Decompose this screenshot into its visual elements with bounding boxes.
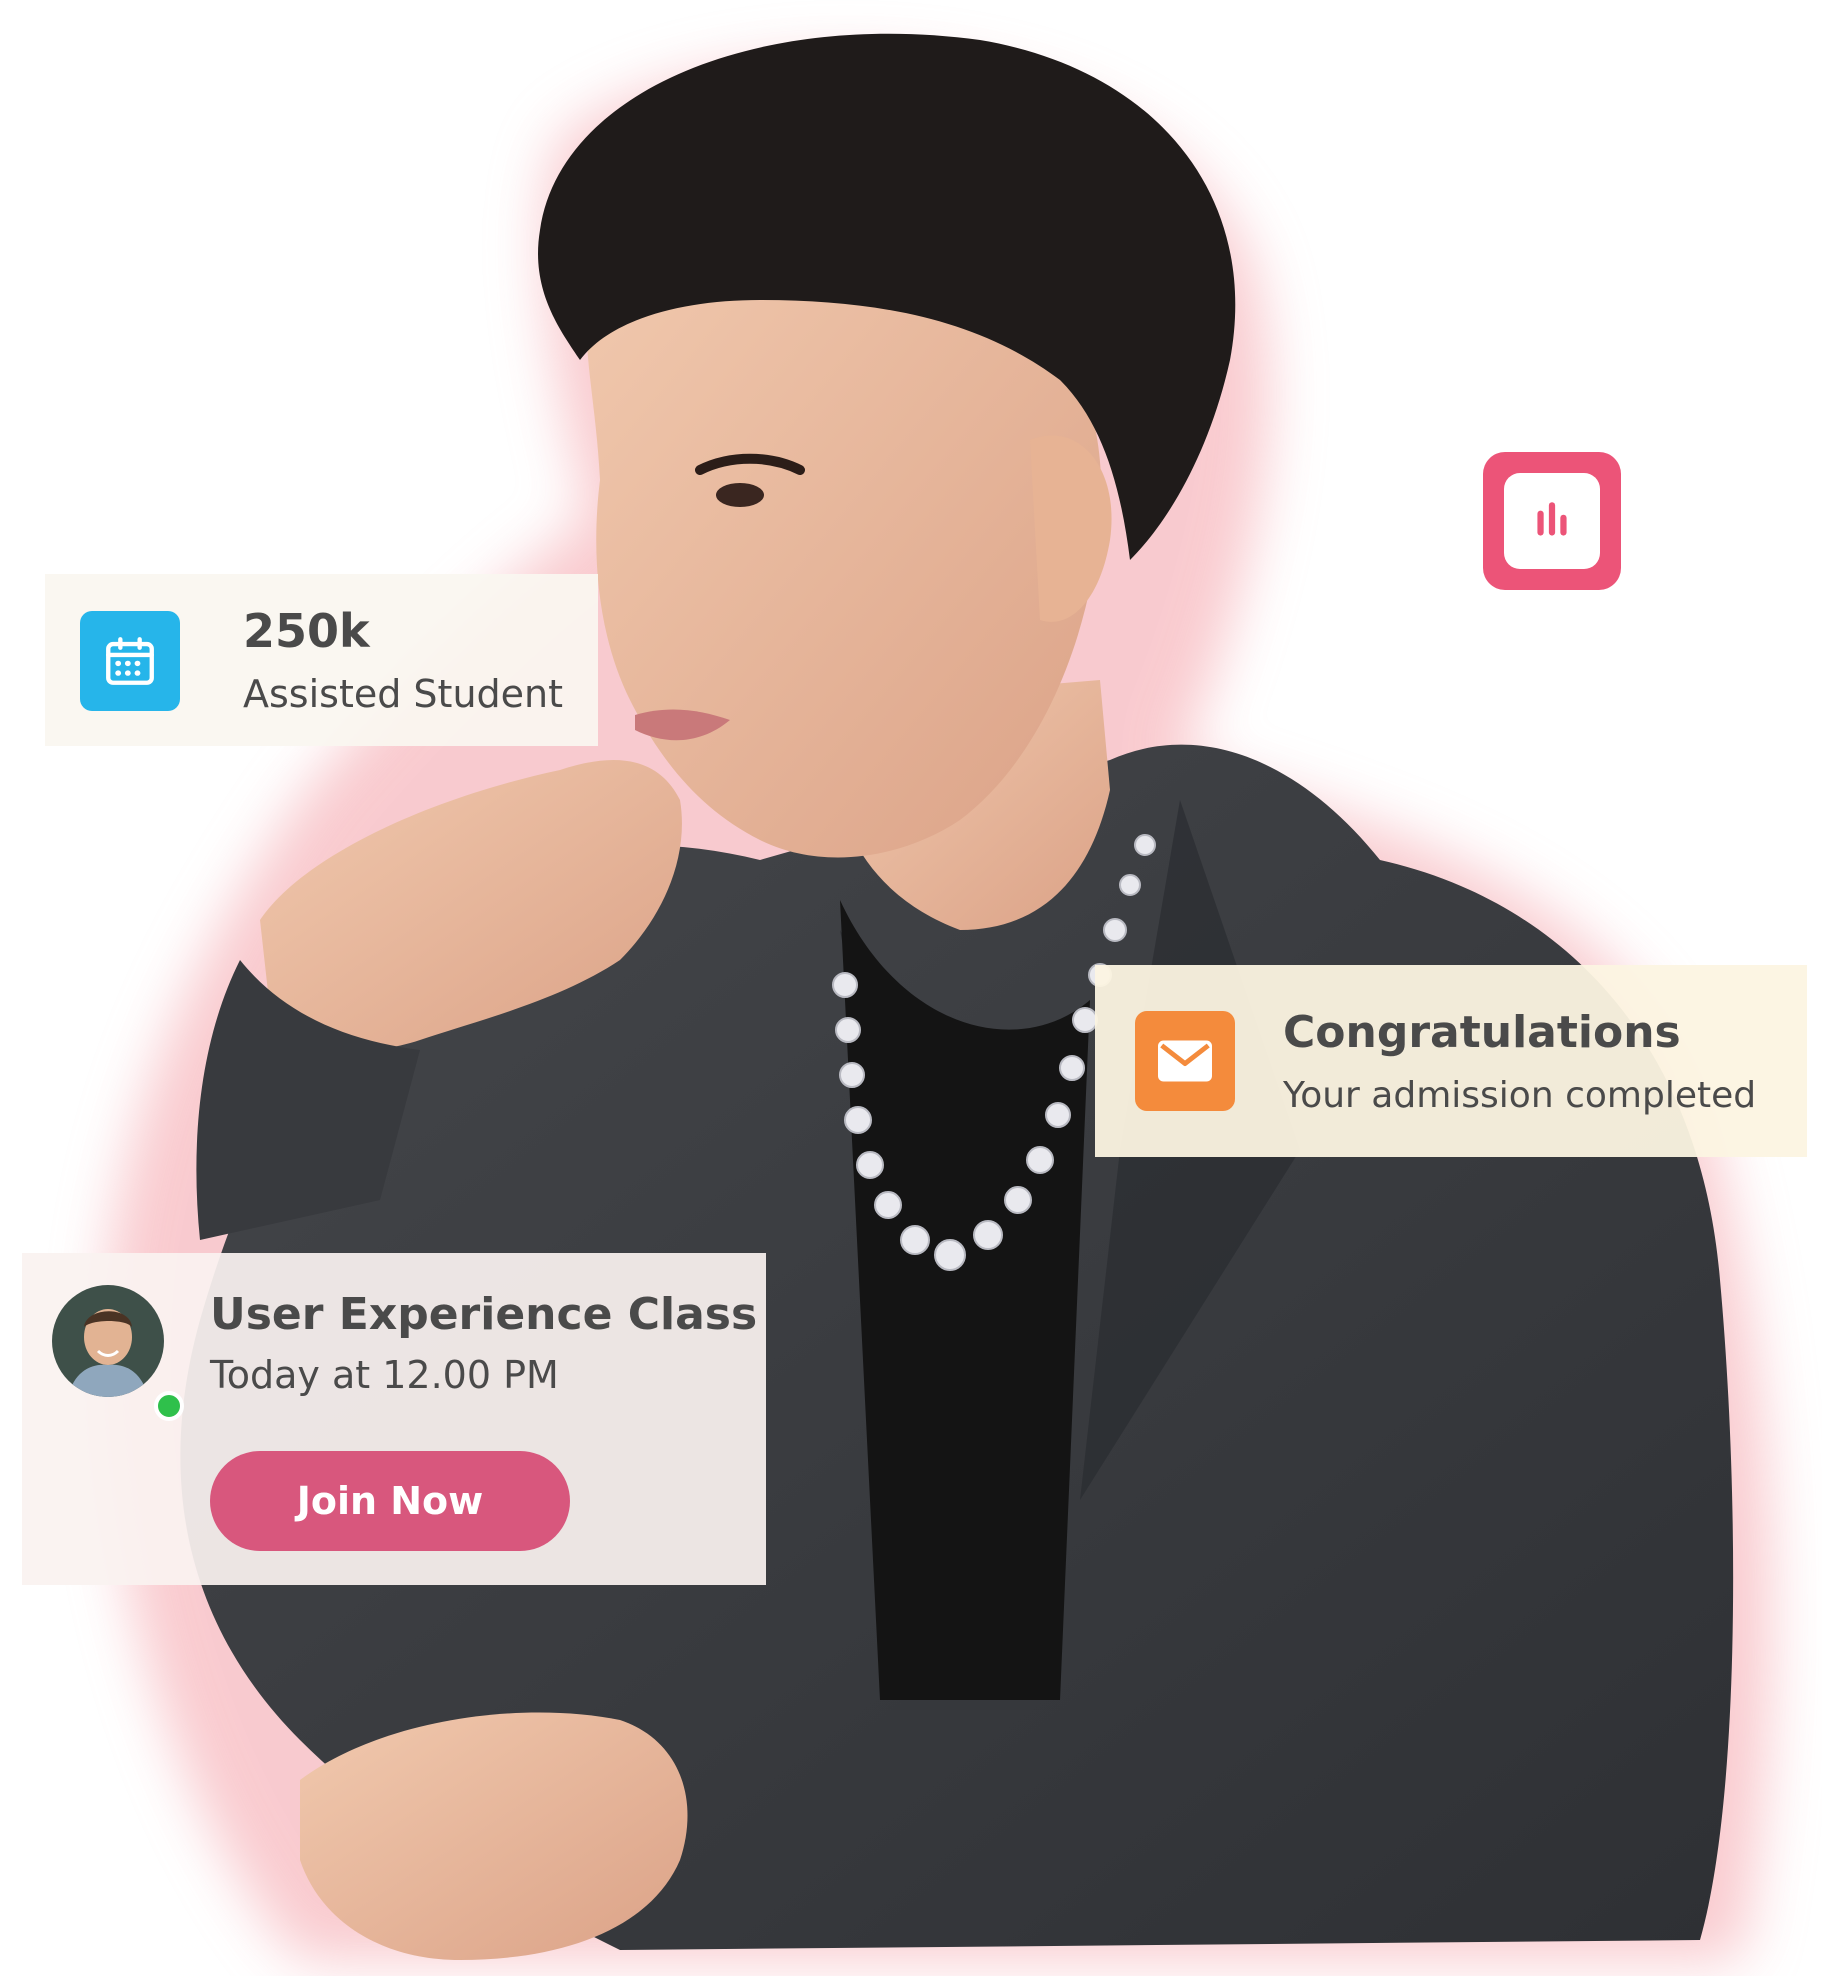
calendar-icon [80, 611, 180, 711]
class-title: User Experience Class [210, 1289, 758, 1340]
stat-label: Assisted Student [243, 672, 564, 716]
avatar [52, 1285, 184, 1421]
stat-value: 250k [243, 604, 370, 658]
mail-icon [1135, 1011, 1235, 1111]
join-now-button[interactable]: Join Now [210, 1451, 570, 1551]
class-card: User Experience Class Today at 12.00 PM … [22, 1253, 766, 1585]
stat-card: 250k Assisted Student [45, 574, 598, 746]
bar-chart-icon [1504, 473, 1600, 569]
online-status-icon [154, 1391, 184, 1421]
notification-message: Your admission completed [1283, 1075, 1757, 1116]
notification-card: Congratulations Your admission completed [1095, 965, 1807, 1157]
class-time: Today at 12.00 PM [210, 1353, 559, 1397]
instructor-avatar-image [52, 1285, 164, 1397]
chart-badge[interactable] [1483, 452, 1621, 590]
notification-title: Congratulations [1283, 1007, 1681, 1058]
